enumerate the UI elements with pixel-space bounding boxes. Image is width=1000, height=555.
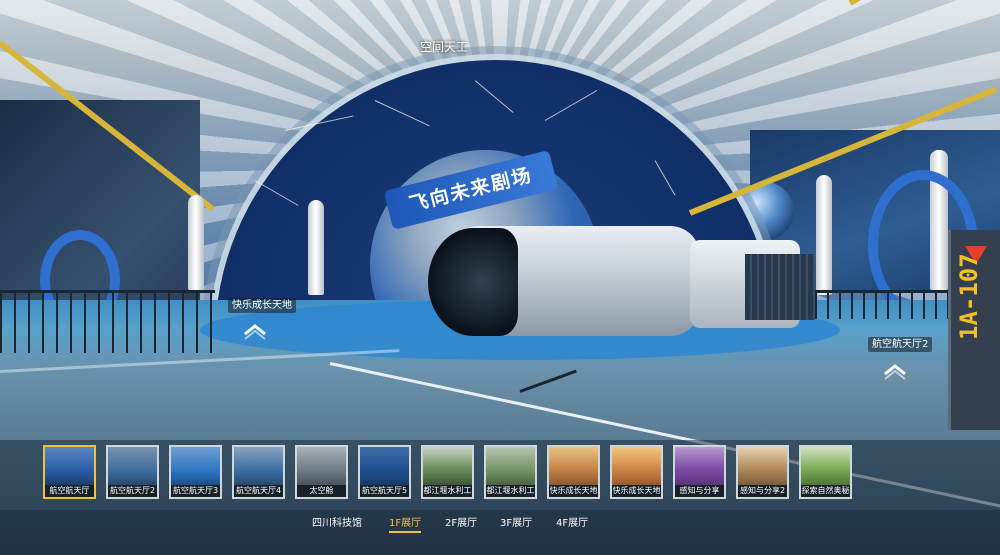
thumbnail[interactable]: 都江堰水利工: [484, 445, 537, 499]
thumbnail[interactable]: 快乐成长天地: [610, 445, 663, 499]
thumbnail[interactable]: 航空航天厅2: [106, 445, 159, 499]
thumbnail[interactable]: 航空航天厅3: [169, 445, 222, 499]
chevron-up-icon[interactable]: [242, 322, 268, 340]
rocket-model: [308, 200, 324, 295]
thumbnail-caption: 航空航天厅2: [108, 485, 157, 497]
thumbnail-caption: 感知与分享2: [738, 485, 787, 497]
railing: [0, 290, 215, 353]
thumbnail-caption: 都江堰水利工: [423, 485, 472, 497]
tab-2f[interactable]: 2F展厅: [445, 514, 477, 529]
thumbnail-caption: 快乐成长天地: [549, 485, 598, 497]
tab-1f[interactable]: 1F展厅: [389, 514, 422, 533]
thumbnail[interactable]: 航空航天厅4: [232, 445, 285, 499]
gate-sign-code: 1A-107: [955, 253, 983, 340]
rocket-model: [816, 175, 832, 295]
tab-museum[interactable]: 四川科技馆: [312, 514, 362, 529]
thumbnail-caption: 快乐成长天地: [612, 485, 661, 497]
thumbnail-caption: 航空航天厅5: [360, 485, 409, 497]
thumbnail[interactable]: 都江堰水利工: [421, 445, 474, 499]
hotspot-label: 快乐成长天地: [228, 298, 296, 313]
scene-title: 空间天工: [420, 40, 469, 54]
chevron-up-icon[interactable]: [882, 362, 908, 380]
scene-thumbnail-bar: 航空航天厅 航空航天厅2 航空航天厅3 航空航天厅4 太空舱 航空航天厅5 都江…: [0, 440, 1000, 510]
thumbnail-caption: 都江堰水利工: [486, 485, 535, 497]
floor-tab-bar: 四川科技馆 1F展厅 2F展厅 3F展厅 4F展厅: [0, 510, 1000, 555]
tab-4f[interactable]: 4F展厅: [556, 514, 588, 529]
station-nose: [428, 228, 518, 336]
thumbnail[interactable]: 航空航天厅5: [358, 445, 411, 499]
thumbnail-caption: 太空舱: [297, 485, 346, 497]
thumbnail[interactable]: 太空舱: [295, 445, 348, 499]
rocket-model: [188, 195, 204, 290]
thumbnail-caption: 航空航天厅: [45, 485, 94, 497]
hotspot-label: 航空航天厅2: [868, 337, 933, 352]
thumbnail[interactable]: 探索自然奥秘: [799, 445, 852, 499]
thumbnail[interactable]: 航空航天厅: [43, 445, 96, 499]
thumbnail[interactable]: 感知与分享2: [736, 445, 789, 499]
thumbnail-caption: 感知与分享: [675, 485, 724, 497]
solar-panel: [745, 254, 815, 320]
thumbnail-caption: 探索自然奥秘: [801, 485, 850, 497]
thumbnail-caption: 航空航天厅4: [234, 485, 283, 497]
tab-3f[interactable]: 3F展厅: [500, 514, 532, 529]
thumbnail[interactable]: 快乐成长天地: [547, 445, 600, 499]
hotspot-happy-growth[interactable]: 快乐成长天地: [228, 296, 296, 313]
gate-sign: 1A-107: [948, 230, 1000, 430]
hotspot-aerospace-hall-2[interactable]: 航空航天厅2: [868, 335, 933, 352]
thumbnail-caption: 航空航天厅3: [171, 485, 220, 497]
thumbnail[interactable]: 感知与分享: [673, 445, 726, 499]
